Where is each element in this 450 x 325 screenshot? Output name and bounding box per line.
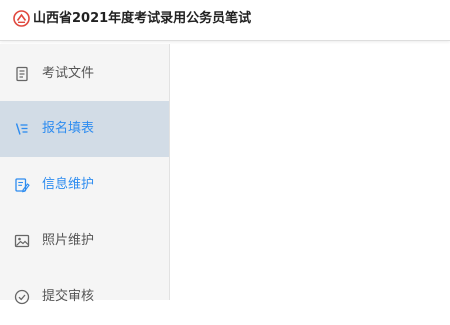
app-header: 山西省2021年度考试录用公务员笔试: [0, 0, 450, 41]
sidebar-item-photo-maintenance[interactable]: 照片维护: [0, 213, 169, 269]
main-content: [170, 44, 450, 300]
check-circle-icon: [14, 289, 30, 305]
sidebar-item-label: 照片维护: [42, 233, 95, 248]
image-icon: [14, 234, 30, 248]
emblem-icon: [13, 10, 30, 27]
sidebar-item-label: 信息维护: [42, 177, 95, 192]
form-icon: [15, 123, 28, 135]
sidebar-item-registration-form[interactable]: 报名填表: [0, 101, 169, 157]
sidebar-item-label: 报名填表: [42, 121, 95, 136]
sidebar-item-submit-review[interactable]: 提交审核: [0, 269, 169, 325]
app-title: 山西省2021年度考试录用公务员笔试: [33, 11, 252, 26]
sidebar-item-label: 提交审核: [42, 289, 95, 304]
sidebar-nav: 考试文件 报名填表 信息维护 照片维护 提交审核: [0, 44, 170, 305]
document-icon: [16, 66, 28, 82]
sidebar-item-info-maintenance[interactable]: 信息维护: [0, 157, 169, 213]
sidebar-item-label: 考试文件: [42, 66, 95, 81]
sidebar-item-exam-documents[interactable]: 考试文件: [0, 46, 169, 102]
edit-icon: [15, 178, 30, 193]
